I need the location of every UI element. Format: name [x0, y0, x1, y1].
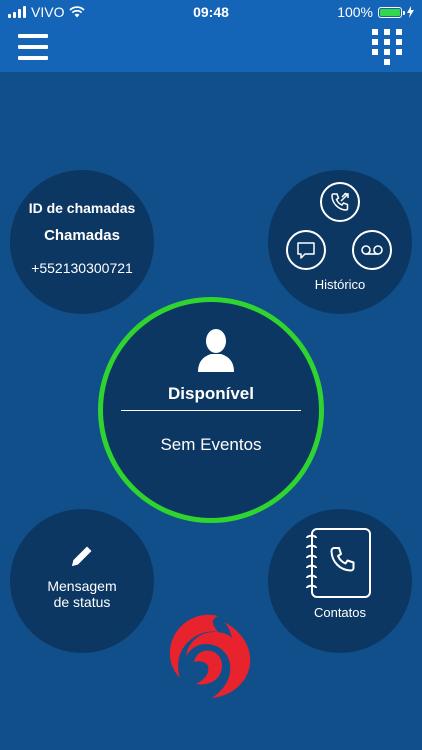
voicemail-icon — [361, 245, 383, 255]
contacts-label: Contatos — [313, 605, 367, 620]
dialpad-icon — [372, 29, 378, 35]
dialpad-button[interactable] — [372, 29, 404, 65]
status-message-label: Mensagem de status — [10, 578, 154, 610]
chat-icon — [297, 242, 315, 259]
battery-info: 100% — [337, 4, 414, 20]
call-id-card[interactable]: ID de chamadas Chamadas +552130300721 — [10, 170, 154, 314]
menu-button[interactable] — [18, 32, 48, 62]
battery-icon — [378, 6, 405, 18]
hamburger-icon — [18, 34, 48, 38]
history-label: Histórico — [314, 277, 366, 292]
contacts-card[interactable]: Contatos — [268, 509, 412, 653]
voicemail-button[interactable] — [352, 230, 392, 270]
status-message-card[interactable]: Mensagem de status — [10, 509, 154, 653]
presence-status-card[interactable]: Disponível Sem Eventos — [98, 297, 324, 523]
caller-number: +552130300721 — [31, 260, 133, 276]
battery-percent: 100% — [337, 4, 373, 20]
status-message-line1: Mensagem — [47, 578, 117, 594]
status-message-line2: de status — [53, 594, 111, 610]
call-id-title: ID de chamadas — [28, 200, 136, 216]
contacts-book-icon — [306, 528, 371, 598]
brand-logo — [169, 614, 251, 698]
user-icon — [198, 329, 234, 372]
call-history-button[interactable] — [320, 182, 360, 222]
calls-label: Chamadas — [44, 227, 120, 244]
chat-history-button[interactable] — [286, 230, 326, 270]
history-card[interactable]: Histórico — [268, 170, 412, 314]
pencil-icon — [72, 546, 92, 566]
divider — [121, 410, 301, 411]
app-bar — [0, 24, 422, 72]
call-icon — [331, 192, 349, 211]
presence-status: Disponível — [168, 384, 254, 403]
charging-icon — [407, 6, 414, 18]
status-bar: VIVO 09:48 100% — [0, 0, 422, 24]
events-text: Sem Eventos — [160, 435, 262, 454]
